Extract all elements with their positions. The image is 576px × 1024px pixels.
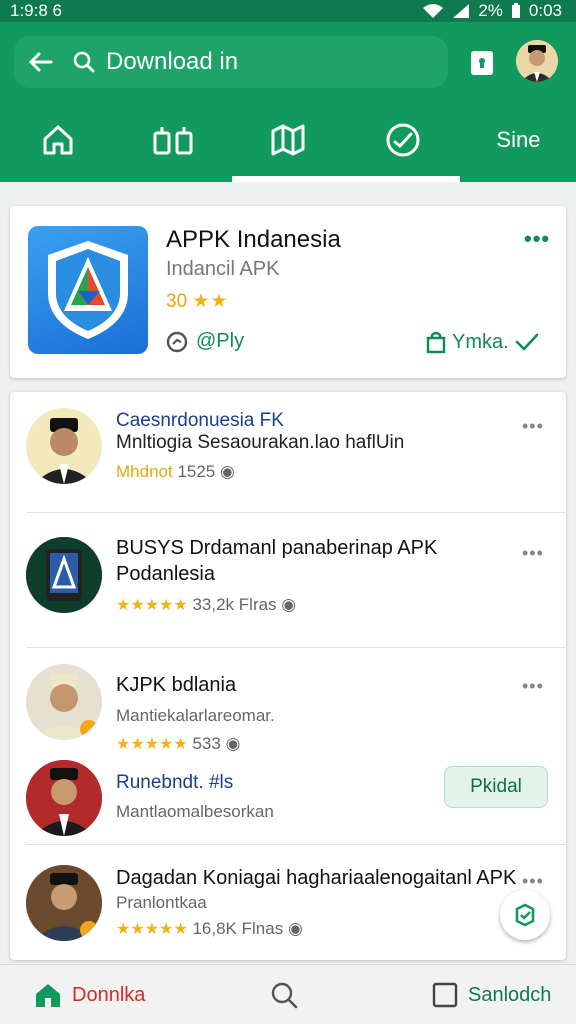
item-subtitle: Mantlaomalbesorkan [116, 802, 274, 821]
bag-icon [426, 331, 446, 354]
nav-save[interactable]: Sanlodch [432, 965, 551, 1024]
more-options-icon[interactable]: ••• [522, 676, 544, 697]
meta-suffix: Flras [238, 595, 277, 614]
status-bar: 1:9:8 6 2% 0:03 [0, 0, 576, 22]
star-icon: ★★★★★ [116, 597, 188, 614]
profile-avatar[interactable] [516, 40, 558, 82]
nav-search[interactable] [270, 965, 298, 1024]
sync-check-icon [515, 903, 535, 927]
globe-icon: ◉ [287, 919, 303, 938]
item-title-line2: Podanlesia [116, 563, 215, 585]
avatar [26, 760, 102, 836]
signal-icon [453, 4, 470, 18]
battery-icon [511, 3, 520, 18]
avatar [26, 537, 102, 613]
play-link[interactable]: @Ply [166, 330, 244, 353]
star-icon: ★★★★★ [116, 736, 188, 753]
install-label: Ymka. [452, 330, 509, 353]
meta-count: 16,8K [192, 919, 237, 938]
meta-count: 1525 [177, 462, 216, 481]
list-item[interactable]: Dagadan Koniagai haghariaalenogaitanl AP… [10, 845, 566, 960]
item-subtitle: Pranlontkaa [116, 893, 207, 912]
apps-icon [153, 127, 193, 155]
meta-suffix: Flnas [241, 919, 284, 938]
item-subtitle: Mantiekalarlareomar. [116, 706, 275, 725]
featured-rating: 30 ★★ [166, 290, 229, 313]
search-icon [66, 36, 102, 88]
tab-home[interactable] [0, 98, 115, 182]
app-header: Download in Sine [0, 22, 576, 182]
more-options-icon[interactable]: ••• [522, 871, 544, 892]
list-item[interactable]: KJPK bdlania Mantiekalarlareomar. ★★★★★ … [10, 648, 566, 760]
play-label: @Ply [196, 330, 245, 352]
lock-icon[interactable] [466, 44, 498, 80]
app-logo-icon [28, 226, 148, 354]
item-subtitle: Mnltiogia Sesaourakan.lao haflUin [116, 432, 405, 453]
home-icon [43, 125, 73, 155]
item-meta: Mhdnot 1525 ◉ [116, 462, 235, 482]
globe-icon: ◉ [220, 462, 235, 481]
tab-bar: Sine [0, 98, 576, 182]
globe-icon: ◉ [225, 734, 241, 753]
home-icon [36, 984, 60, 1007]
tab-sine[interactable]: Sine [461, 98, 576, 182]
tab-indicator [232, 176, 460, 182]
app-list: Caesnrdonuesia FK Mnltiogia Sesaourakan.… [10, 392, 566, 960]
nav-home[interactable]: Donnlka [34, 965, 145, 1024]
item-title: Dagadan Koniagai haghariaalenogaitanl AP… [116, 867, 517, 889]
nav-save-label: Sanlodch [468, 983, 552, 1006]
get-button[interactable]: Pkidal [444, 766, 548, 808]
badge-icon [80, 720, 98, 738]
more-options-icon[interactable]: ••• [522, 543, 544, 564]
avatar [26, 664, 102, 740]
item-meta: ★★★★★ 533 ◉ [116, 734, 240, 754]
item-title: KJPK bdlania [116, 674, 237, 696]
more-options-icon[interactable]: ••• [522, 416, 544, 437]
tab-apps[interactable] [115, 98, 230, 182]
update-fab[interactable] [500, 890, 550, 940]
search-input[interactable]: Download in [102, 48, 238, 76]
install-button[interactable]: Ymka. [426, 330, 539, 354]
meta-prefix: Mhdnot [116, 462, 173, 481]
badge-icon [80, 921, 98, 939]
meta-count: 533 [192, 734, 221, 753]
item-meta: ★★★★★ 33,2k Flras ◉ [116, 595, 296, 615]
featured-app-card[interactable]: APPK Indanesia Indancil APK 30 ★★ @Ply Y… [10, 206, 566, 378]
featured-subtitle: Indancil APK [166, 258, 280, 280]
star-icon: ★★ [192, 291, 229, 312]
search-bar[interactable]: Download in [14, 36, 448, 88]
refresh-icon [166, 331, 188, 352]
status-clock: 0:03 [528, 1, 562, 20]
more-options-icon[interactable]: ••• [524, 226, 550, 252]
back-arrow-icon[interactable] [14, 36, 66, 88]
search-icon [271, 982, 298, 1009]
tab-map[interactable] [230, 98, 345, 182]
item-title: Caesnrdonuesia FK [116, 410, 284, 431]
globe-icon: ◉ [281, 595, 297, 614]
rating-value: 30 [166, 291, 188, 312]
featured-title: APPK Indanesia [166, 226, 341, 253]
compass-icon [386, 123, 420, 157]
checkbox-icon [432, 982, 458, 1008]
meta-count: 33,2k [192, 595, 235, 614]
item-title: BUSYS Drdamanl panaberinap APK [116, 537, 438, 559]
avatar [26, 408, 102, 484]
check-icon [515, 333, 538, 351]
list-item[interactable]: Runebndt. #ls Mantlaomalbesorkan Pkidal [10, 760, 566, 845]
avatar [26, 865, 102, 941]
bottom-nav: Donnlka Sanlodch [0, 964, 576, 1024]
tab-compass[interactable] [346, 98, 461, 182]
nav-home-label: Donnlka [72, 983, 146, 1006]
item-title: Runebndt. #ls [116, 772, 234, 793]
map-icon [271, 124, 305, 156]
battery-percent: 2% [478, 1, 503, 20]
list-item[interactable]: Caesnrdonuesia FK Mnltiogia Sesaourakan.… [10, 392, 566, 513]
status-time: 1:9:8 6 [10, 1, 62, 20]
star-icon: ★★★★★ [116, 921, 188, 938]
wifi-icon [423, 4, 444, 18]
list-item[interactable]: BUSYS Drdamanl panaberinap APK Podanlesi… [10, 513, 566, 648]
item-meta: ★★★★★ 16,8K Flnas ◉ [116, 919, 303, 939]
